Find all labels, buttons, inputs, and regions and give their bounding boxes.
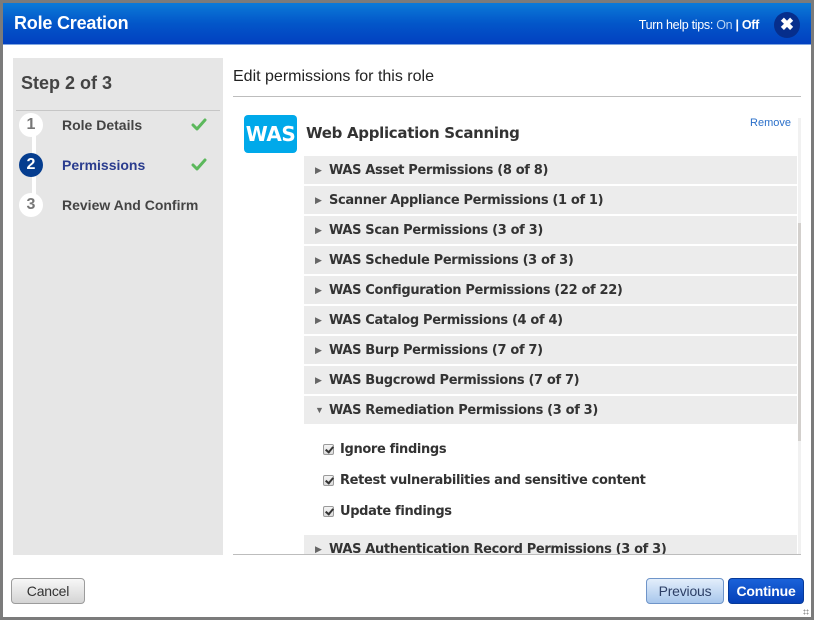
step-review-and-confirm[interactable]: 3 Review And Confirm	[19, 192, 219, 218]
expand-arrow-icon: ▶	[315, 164, 322, 175]
permission-group-was-configuration[interactable]: ▶ WAS Configuration Permissions (22 of 2…	[304, 276, 797, 304]
step-label: Permissions	[62, 157, 146, 173]
help-tips-on-link[interactable]: On	[716, 18, 732, 32]
title-bar: Role Creation Turn help tips: On | Off ✖	[3, 3, 811, 45]
was-logo: WAS	[244, 115, 297, 153]
step-permissions[interactable]: 2 Permissions	[19, 152, 219, 178]
close-icon: ✖	[779, 15, 795, 34]
remove-module-link[interactable]: Remove	[750, 117, 791, 129]
permission-label[interactable]: Update findings	[340, 504, 452, 519]
permission-group-was-asset[interactable]: ▶ WAS Asset Permissions (8 of 8)	[304, 156, 797, 184]
help-tips-off-link[interactable]: Off	[742, 18, 759, 32]
step-label: Review And Confirm	[62, 197, 199, 213]
permission-checkbox[interactable]	[323, 475, 334, 486]
continue-button[interactable]: Continue	[728, 578, 804, 604]
permission-group-label: WAS Catalog Permissions (4 of 4)	[329, 312, 563, 328]
step-number: 3	[19, 193, 43, 217]
permission-group-label: WAS Asset Permissions (8 of 8)	[329, 162, 549, 178]
cancel-button[interactable]: Cancel	[11, 578, 85, 604]
scrollbar-thumb[interactable]	[798, 223, 801, 441]
permission-checkbox[interactable]	[323, 506, 334, 517]
collapse-arrow-icon: ▼	[315, 405, 324, 415]
step-heading: Step 2 of 3	[21, 73, 113, 93]
checkmark-icon	[191, 118, 207, 131]
remediation-permissions-list: Ignore findings Retest vulnerabilities a…	[304, 426, 797, 533]
dialog-title: Role Creation	[14, 13, 129, 33]
checkmark-icon	[191, 158, 207, 171]
expand-arrow-icon: ▶	[315, 224, 322, 235]
dialog-footer: Cancel Previous Continue	[3, 563, 811, 617]
permission-item-retest-vulnerabilities: Retest vulnerabilities and sensitive con…	[304, 465, 797, 496]
vertical-scrollbar[interactable]	[798, 118, 801, 554]
expand-arrow-icon: ▶	[315, 344, 322, 355]
permission-group-was-scan[interactable]: ▶ WAS Scan Permissions (3 of 3)	[304, 216, 797, 244]
permission-group-was-authentication-record[interactable]: ▶ WAS Authentication Record Permissions …	[304, 535, 797, 555]
help-tips-label: Turn help tips:	[638, 18, 714, 32]
help-tips-toggle: Turn help tips: On | Off	[638, 18, 760, 32]
step-number: 1	[19, 113, 43, 137]
permission-item-ignore-findings: Ignore findings	[304, 434, 797, 465]
close-button[interactable]: ✖	[774, 12, 800, 38]
expand-arrow-icon: ▶	[315, 284, 322, 295]
permission-item-update-findings: Update findings	[304, 496, 797, 527]
role-creation-dialog: Role Creation Turn help tips: On | Off ✖…	[3, 3, 811, 617]
step-number: 2	[19, 153, 43, 177]
permission-group-was-remediation[interactable]: ▼ WAS Remediation Permissions (3 of 3)	[304, 396, 797, 424]
permission-group-label: WAS Authentication Record Permissions (3…	[329, 541, 667, 555]
permission-groups: ▶ WAS Asset Permissions (8 of 8) ▶ Scann…	[304, 156, 797, 555]
module-title: Web Application Scanning	[306, 124, 520, 142]
wizard-steps-sidebar: Step 2 of 3 1 Role Details 2 Permissions…	[13, 58, 223, 555]
expand-arrow-icon: ▶	[315, 543, 322, 554]
permission-group-was-schedule[interactable]: ▶ WAS Schedule Permissions (3 of 3)	[304, 246, 797, 274]
permission-group-was-burp[interactable]: ▶ WAS Burp Permissions (7 of 7)	[304, 336, 797, 364]
help-tips-separator: |	[735, 18, 739, 32]
expand-arrow-icon: ▶	[315, 254, 322, 265]
main-panel: Edit permissions for this role WAS Web A…	[233, 58, 801, 555]
permission-label[interactable]: Retest vulnerabilities and sensitive con…	[340, 473, 646, 488]
expand-arrow-icon: ▶	[315, 374, 322, 385]
permission-group-was-bugcrowd[interactable]: ▶ WAS Bugcrowd Permissions (7 of 7)	[304, 366, 797, 394]
permission-group-scanner-appliance[interactable]: ▶ Scanner Appliance Permissions (1 of 1)	[304, 186, 797, 214]
divider	[16, 110, 220, 111]
permission-checkbox[interactable]	[323, 444, 334, 455]
permission-group-label: WAS Remediation Permissions (3 of 3)	[329, 402, 598, 418]
step-role-details[interactable]: 1 Role Details	[19, 112, 219, 138]
expand-arrow-icon: ▶	[315, 194, 322, 205]
permission-group-was-catalog[interactable]: ▶ WAS Catalog Permissions (4 of 4)	[304, 306, 797, 334]
page-heading: Edit permissions for this role	[233, 68, 434, 85]
resize-grip[interactable]	[803, 609, 809, 615]
permission-label[interactable]: Ignore findings	[340, 442, 447, 457]
divider	[233, 96, 801, 97]
permission-group-label: WAS Bugcrowd Permissions (7 of 7)	[329, 372, 580, 388]
module-header: WAS Web Application Scanning Remove	[233, 108, 801, 156]
permissions-scroll-area: WAS Web Application Scanning Remove ▶ WA…	[233, 108, 801, 555]
permission-group-label: Scanner Appliance Permissions (1 of 1)	[329, 192, 604, 208]
permission-group-label: WAS Scan Permissions (3 of 3)	[329, 222, 543, 238]
permission-group-label: WAS Schedule Permissions (3 of 3)	[329, 252, 574, 268]
expand-arrow-icon: ▶	[315, 314, 322, 325]
previous-button[interactable]: Previous	[646, 578, 724, 604]
step-label: Role Details	[62, 117, 143, 133]
permission-group-label: WAS Configuration Permissions (22 of 22)	[329, 282, 623, 298]
permission-group-label: WAS Burp Permissions (7 of 7)	[329, 342, 543, 358]
